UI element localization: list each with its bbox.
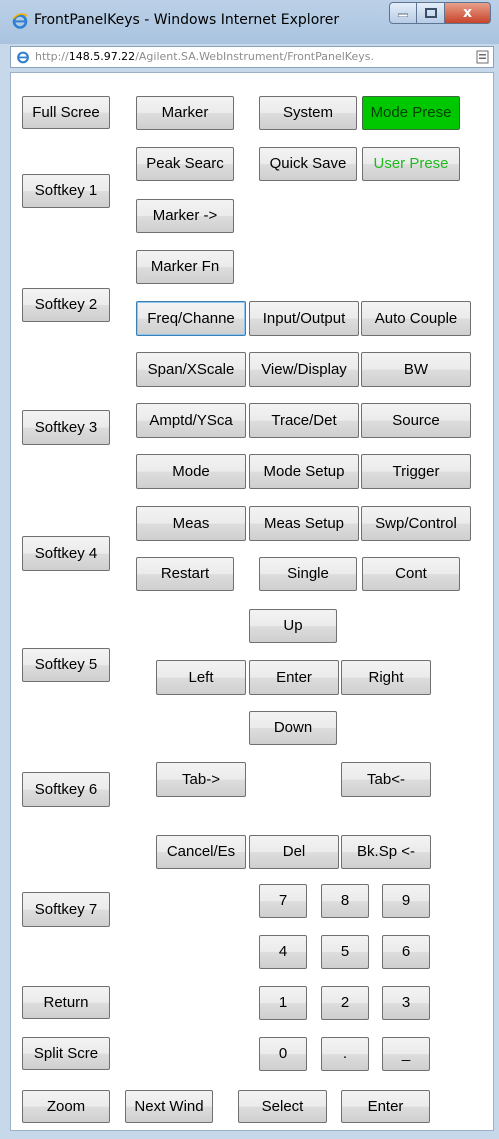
tab-forward-button[interactable]: Tab-> bbox=[156, 762, 246, 797]
mode-setup-button[interactable]: Mode Setup bbox=[249, 454, 359, 489]
softkey-1-button[interactable]: Softkey 1 bbox=[22, 174, 110, 208]
span-xscale-button[interactable]: Span/XScale bbox=[136, 352, 246, 387]
digit-7-button[interactable]: 7 bbox=[259, 884, 307, 918]
bw-button[interactable]: BW bbox=[361, 352, 471, 387]
marker-button[interactable]: Marker bbox=[136, 96, 234, 130]
softkey-5-button[interactable]: Softkey 5 bbox=[22, 648, 110, 682]
minimize-icon bbox=[398, 13, 408, 17]
select-button[interactable]: Select bbox=[238, 1090, 327, 1123]
mode-preset-button[interactable]: Mode Prese bbox=[362, 96, 460, 130]
address-url: http://148.5.97.22/Agilent.SA.WebInstrum… bbox=[35, 50, 374, 63]
cancel-esc-button[interactable]: Cancel/Es bbox=[156, 835, 246, 869]
view-display-button[interactable]: View/Display bbox=[249, 352, 359, 387]
amptd-yscale-button[interactable]: Amptd/YSca bbox=[136, 403, 246, 438]
system-button[interactable]: System bbox=[259, 96, 357, 130]
enter-nav-button[interactable]: Enter bbox=[249, 660, 339, 695]
softkey-7-button[interactable]: Softkey 7 bbox=[22, 892, 110, 927]
freq-channel-button[interactable]: Freq/Channe bbox=[136, 301, 246, 336]
digit-6-button[interactable]: 6 bbox=[382, 935, 430, 969]
user-preset-button[interactable]: User Prese bbox=[362, 147, 460, 181]
window-title: FrontPanelKeys - Windows Internet Explor… bbox=[34, 12, 340, 28]
digit-3-button[interactable]: 3 bbox=[382, 986, 430, 1020]
backspace-button[interactable]: Bk.Sp <- bbox=[341, 835, 431, 869]
softkey-4-button[interactable]: Softkey 4 bbox=[22, 536, 110, 571]
url-path: /Agilent.SA.WebInstrument/FrontPanelKeys… bbox=[135, 50, 374, 63]
softkey-2-button[interactable]: Softkey 2 bbox=[22, 288, 110, 322]
minimize-button[interactable] bbox=[389, 2, 417, 24]
browser-window: FrontPanelKeys - Windows Internet Explor… bbox=[0, 0, 499, 1139]
title-bar: FrontPanelKeys - Windows Internet Explor… bbox=[0, 0, 499, 44]
decimal-point-button[interactable]: . bbox=[321, 1037, 369, 1071]
digit-5-button[interactable]: 5 bbox=[321, 935, 369, 969]
trace-det-button[interactable]: Trace/Det bbox=[249, 403, 359, 438]
auto-couple-button[interactable]: Auto Couple bbox=[361, 301, 471, 336]
enter-button[interactable]: Enter bbox=[341, 1090, 430, 1123]
tab-back-button[interactable]: Tab<- bbox=[341, 762, 431, 797]
meas-button[interactable]: Meas bbox=[136, 506, 246, 541]
digit-8-button[interactable]: 8 bbox=[321, 884, 369, 918]
right-button[interactable]: Right bbox=[341, 660, 431, 695]
front-panel-page: Full Scree Softkey 1 Softkey 2 Softkey 3… bbox=[10, 72, 494, 1131]
digit-1-button[interactable]: 1 bbox=[259, 986, 307, 1020]
digit-9-button[interactable]: 9 bbox=[382, 884, 430, 918]
maximize-icon bbox=[424, 8, 437, 18]
return-button[interactable]: Return bbox=[22, 986, 110, 1019]
delete-button[interactable]: Del bbox=[249, 835, 339, 869]
single-button[interactable]: Single bbox=[259, 557, 357, 591]
window-controls: x bbox=[389, 2, 491, 24]
internet-explorer-icon bbox=[12, 13, 28, 29]
down-button[interactable]: Down bbox=[249, 711, 337, 745]
input-output-button[interactable]: Input/Output bbox=[249, 301, 359, 336]
mode-button[interactable]: Mode bbox=[136, 454, 246, 489]
marker-fn-button[interactable]: Marker Fn bbox=[136, 250, 234, 284]
next-window-button[interactable]: Next Wind bbox=[125, 1090, 213, 1123]
trigger-button[interactable]: Trigger bbox=[361, 454, 471, 489]
digit-2-button[interactable]: 2 bbox=[321, 986, 369, 1020]
ie-page-icon bbox=[17, 51, 29, 64]
up-button[interactable]: Up bbox=[249, 609, 337, 643]
cont-button[interactable]: Cont bbox=[362, 557, 460, 591]
restart-button[interactable]: Restart bbox=[136, 557, 234, 591]
full-screen-button[interactable]: Full Scree bbox=[22, 96, 110, 129]
maximize-button[interactable] bbox=[417, 2, 445, 24]
address-bar[interactable]: http://148.5.97.22/Agilent.SA.WebInstrum… bbox=[10, 46, 494, 68]
digit-4-button[interactable]: 4 bbox=[259, 935, 307, 969]
digit-0-button[interactable]: 0 bbox=[259, 1037, 307, 1071]
zoom-button[interactable]: Zoom bbox=[22, 1090, 110, 1123]
peak-search-button[interactable]: Peak Searc bbox=[136, 147, 234, 181]
url-host: 148.5.97.22 bbox=[68, 50, 136, 63]
minus-button[interactable]: _ bbox=[382, 1037, 430, 1071]
url-prefix: http:// bbox=[35, 50, 69, 63]
left-button[interactable]: Left bbox=[156, 660, 246, 695]
quick-save-button[interactable]: Quick Save bbox=[259, 147, 357, 181]
source-button[interactable]: Source bbox=[361, 403, 471, 438]
close-button[interactable]: x bbox=[445, 2, 491, 24]
compatibility-view-icon[interactable] bbox=[476, 50, 489, 64]
softkey-3-button[interactable]: Softkey 3 bbox=[22, 410, 110, 445]
meas-setup-button[interactable]: Meas Setup bbox=[249, 506, 359, 541]
swp-control-button[interactable]: Swp/Control bbox=[361, 506, 471, 541]
marker-to-button[interactable]: Marker -> bbox=[136, 199, 234, 233]
split-screen-button[interactable]: Split Scre bbox=[22, 1037, 110, 1070]
softkey-6-button[interactable]: Softkey 6 bbox=[22, 772, 110, 807]
